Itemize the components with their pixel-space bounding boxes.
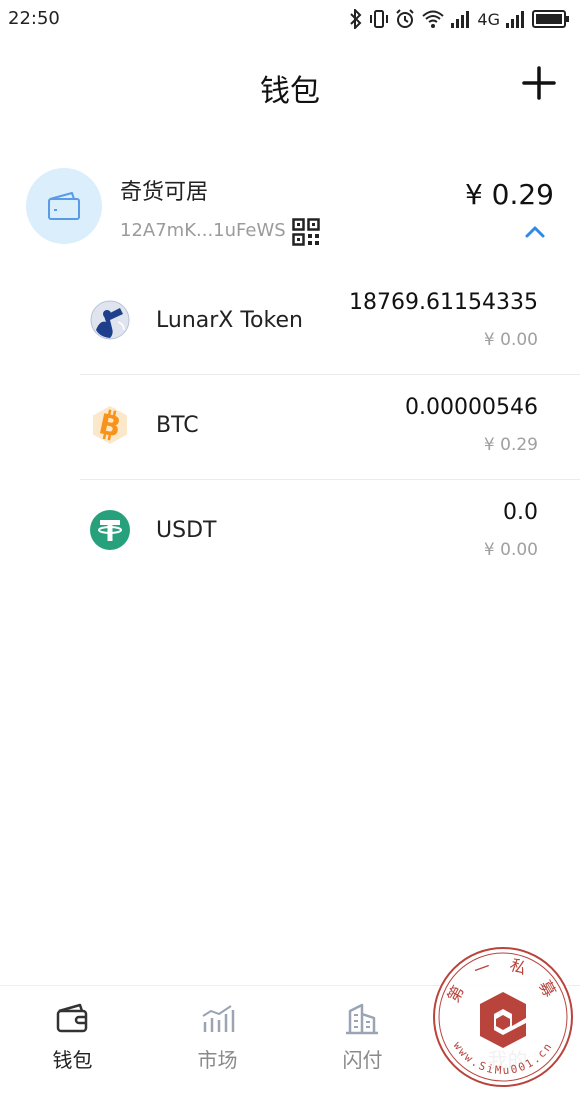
alarm-icon <box>395 9 415 29</box>
battery-icon <box>532 10 570 28</box>
status-time: 22:50 <box>8 8 60 29</box>
tab-profile[interactable]: 我的 <box>435 986 580 1095</box>
wallet-name: 奇货可居 <box>120 180 209 205</box>
page-title: 钱包 <box>260 74 320 109</box>
signal-icon-2 <box>506 10 526 28</box>
network-type: 4G <box>477 9 500 29</box>
tab-wallet[interactable]: 钱包 <box>0 986 145 1095</box>
qr-code-icon[interactable] <box>292 218 320 246</box>
token-amount: 18769.61154335 <box>349 290 538 315</box>
wallet-icon <box>48 192 80 220</box>
token-value: ¥ 0.00 <box>483 540 538 560</box>
token-amount: 0.0 <box>503 500 538 525</box>
token-row-btc[interactable]: B BTC 0.00000546 ¥ 0.29 <box>80 375 580 480</box>
building-icon <box>346 1003 378 1035</box>
vibrate-icon <box>369 9 389 29</box>
plus-icon <box>522 66 556 100</box>
token-name: BTC <box>156 413 199 438</box>
wallet-avatar <box>26 168 102 244</box>
lunarx-telescope-icon <box>90 300 130 340</box>
token-name: USDT <box>156 518 217 543</box>
tab-market[interactable]: 市场 <box>145 986 290 1095</box>
status-icons: 4G <box>349 7 570 31</box>
tab-bar: 钱包 市场 闪付 我的 <box>0 985 580 1095</box>
wallet-icon <box>56 1003 88 1033</box>
signal-icon <box>451 10 471 28</box>
token-value: ¥ 0.00 <box>483 330 538 350</box>
tether-icon <box>90 510 130 550</box>
wifi-icon <box>421 9 445 29</box>
wallet-address: 12A7mK...1uFeWS <box>120 220 286 241</box>
tab-label: 钱包 <box>52 1048 93 1072</box>
token-name: LunarX Token <box>156 308 303 333</box>
tab-label: 市场 <box>197 1048 238 1072</box>
token-row-lunarx[interactable]: LunarX Token 18769.61154335 ¥ 0.00 <box>80 270 580 375</box>
tab-label: 我的 <box>487 1048 528 1072</box>
token-row-usdt[interactable]: USDT 0.0 ¥ 0.00 <box>80 480 580 584</box>
token-list: LunarX Token 18769.61154335 ¥ 0.00 B BTC… <box>80 270 580 584</box>
profile-icon <box>491 1004 523 1035</box>
bluetooth-icon <box>349 9 363 29</box>
token-amount: 0.00000546 <box>405 395 538 420</box>
status-bar: 22:50 4G <box>0 0 580 40</box>
tab-label: 闪付 <box>342 1048 383 1072</box>
tab-flashpay[interactable]: 闪付 <box>290 986 435 1095</box>
chevron-up-icon[interactable] <box>524 224 546 240</box>
header: 钱包 <box>0 40 580 130</box>
chart-icon <box>202 1005 235 1032</box>
bitcoin-icon: B <box>90 405 130 445</box>
wallet-balance: ¥ 0.29 <box>464 178 554 211</box>
add-button[interactable] <box>520 64 558 102</box>
token-value: ¥ 0.29 <box>483 435 538 455</box>
wallet-card[interactable]: 奇货可居 12A7mK...1uFeWS ¥ 0.29 <box>0 160 580 270</box>
